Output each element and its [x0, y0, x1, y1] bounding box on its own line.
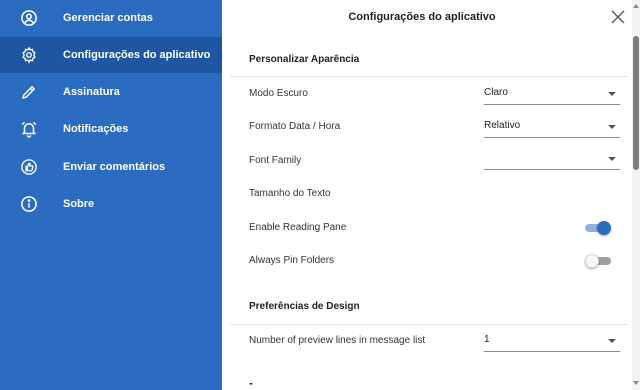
- thumbs-up-feedback-icon: [20, 158, 38, 176]
- sidebar-item-enviar-comentarios[interactable]: Enviar comentários: [0, 149, 222, 185]
- select-value: 1: [484, 334, 490, 345]
- sidebar: Gerenciar contas Configurações do aplica…: [0, 0, 222, 390]
- toggle-thumb: [585, 254, 599, 268]
- date-format-label: Formato Data / Hora: [249, 121, 341, 132]
- text-size-label: Tamanho do Texto: [249, 188, 331, 199]
- dropdown-arrow-icon: [608, 157, 616, 161]
- sidebar-item-label: Enviar comentários: [63, 161, 166, 173]
- scroll-down-arrow-icon[interactable]: [633, 381, 639, 385]
- alarm-bell-icon: [20, 120, 38, 138]
- reading-pane-label: Enable Reading Pane: [249, 222, 347, 233]
- section-header-appearance: Personalizar Aparência: [249, 54, 360, 65]
- sidebar-item-label: Assinatura: [63, 86, 120, 98]
- preview-lines-label: Number of preview lines in message list: [249, 335, 426, 346]
- sidebar-item-assinatura[interactable]: Assinatura: [0, 74, 222, 110]
- toggle-thumb: [597, 221, 611, 235]
- dropdown-arrow-icon: [608, 125, 616, 129]
- cut-off-section-header: -: [249, 376, 253, 390]
- settings-panel: Configurações do aplicativo Personalizar…: [222, 0, 640, 390]
- sidebar-item-gerenciar-contas[interactable]: Gerenciar contas: [0, 0, 222, 36]
- date-format-select[interactable]: Relativo: [484, 116, 620, 138]
- sidebar-item-sobre[interactable]: Sobre: [0, 186, 222, 222]
- account-circle-icon: [20, 9, 38, 27]
- sidebar-item-notificacoes[interactable]: Notificações: [0, 111, 222, 147]
- sidebar-item-label: Configurações do aplicativo: [63, 49, 211, 61]
- divider: [230, 76, 628, 77]
- sidebar-item-configuracoes[interactable]: Configurações do aplicativo: [0, 37, 222, 73]
- info-icon: [20, 195, 38, 213]
- gear-icon: [20, 46, 38, 64]
- page-title: Configurações do aplicativo: [348, 11, 496, 23]
- pin-folders-toggle[interactable]: [585, 254, 611, 268]
- close-icon: [610, 10, 626, 29]
- dark-mode-select[interactable]: Claro: [484, 83, 620, 105]
- dropdown-arrow-icon: [608, 92, 616, 96]
- section-header-design: Preferências de Design: [249, 301, 360, 312]
- preview-lines-select[interactable]: 1: [484, 330, 620, 352]
- scrollbar[interactable]: [632, 0, 640, 390]
- scroll-up-arrow-icon[interactable]: [633, 4, 639, 8]
- pencil-icon: [20, 83, 38, 101]
- scrollbar-thumb[interactable]: [633, 36, 639, 170]
- pin-folders-label: Always Pin Folders: [249, 255, 335, 266]
- font-family-label: Font Family: [249, 155, 302, 166]
- sidebar-item-label: Gerenciar contas: [63, 12, 153, 24]
- dark-mode-label: Modo Escuro: [249, 88, 308, 99]
- font-family-select[interactable]: [484, 148, 620, 170]
- sidebar-item-label: Sobre: [63, 198, 95, 210]
- select-value: Relativo: [484, 120, 521, 131]
- dropdown-arrow-icon: [608, 339, 616, 343]
- sidebar-item-label: Notificações: [63, 123, 129, 135]
- divider: [230, 324, 628, 325]
- reading-pane-toggle[interactable]: [585, 221, 611, 235]
- close-button[interactable]: [610, 9, 626, 25]
- select-value: Claro: [484, 87, 508, 98]
